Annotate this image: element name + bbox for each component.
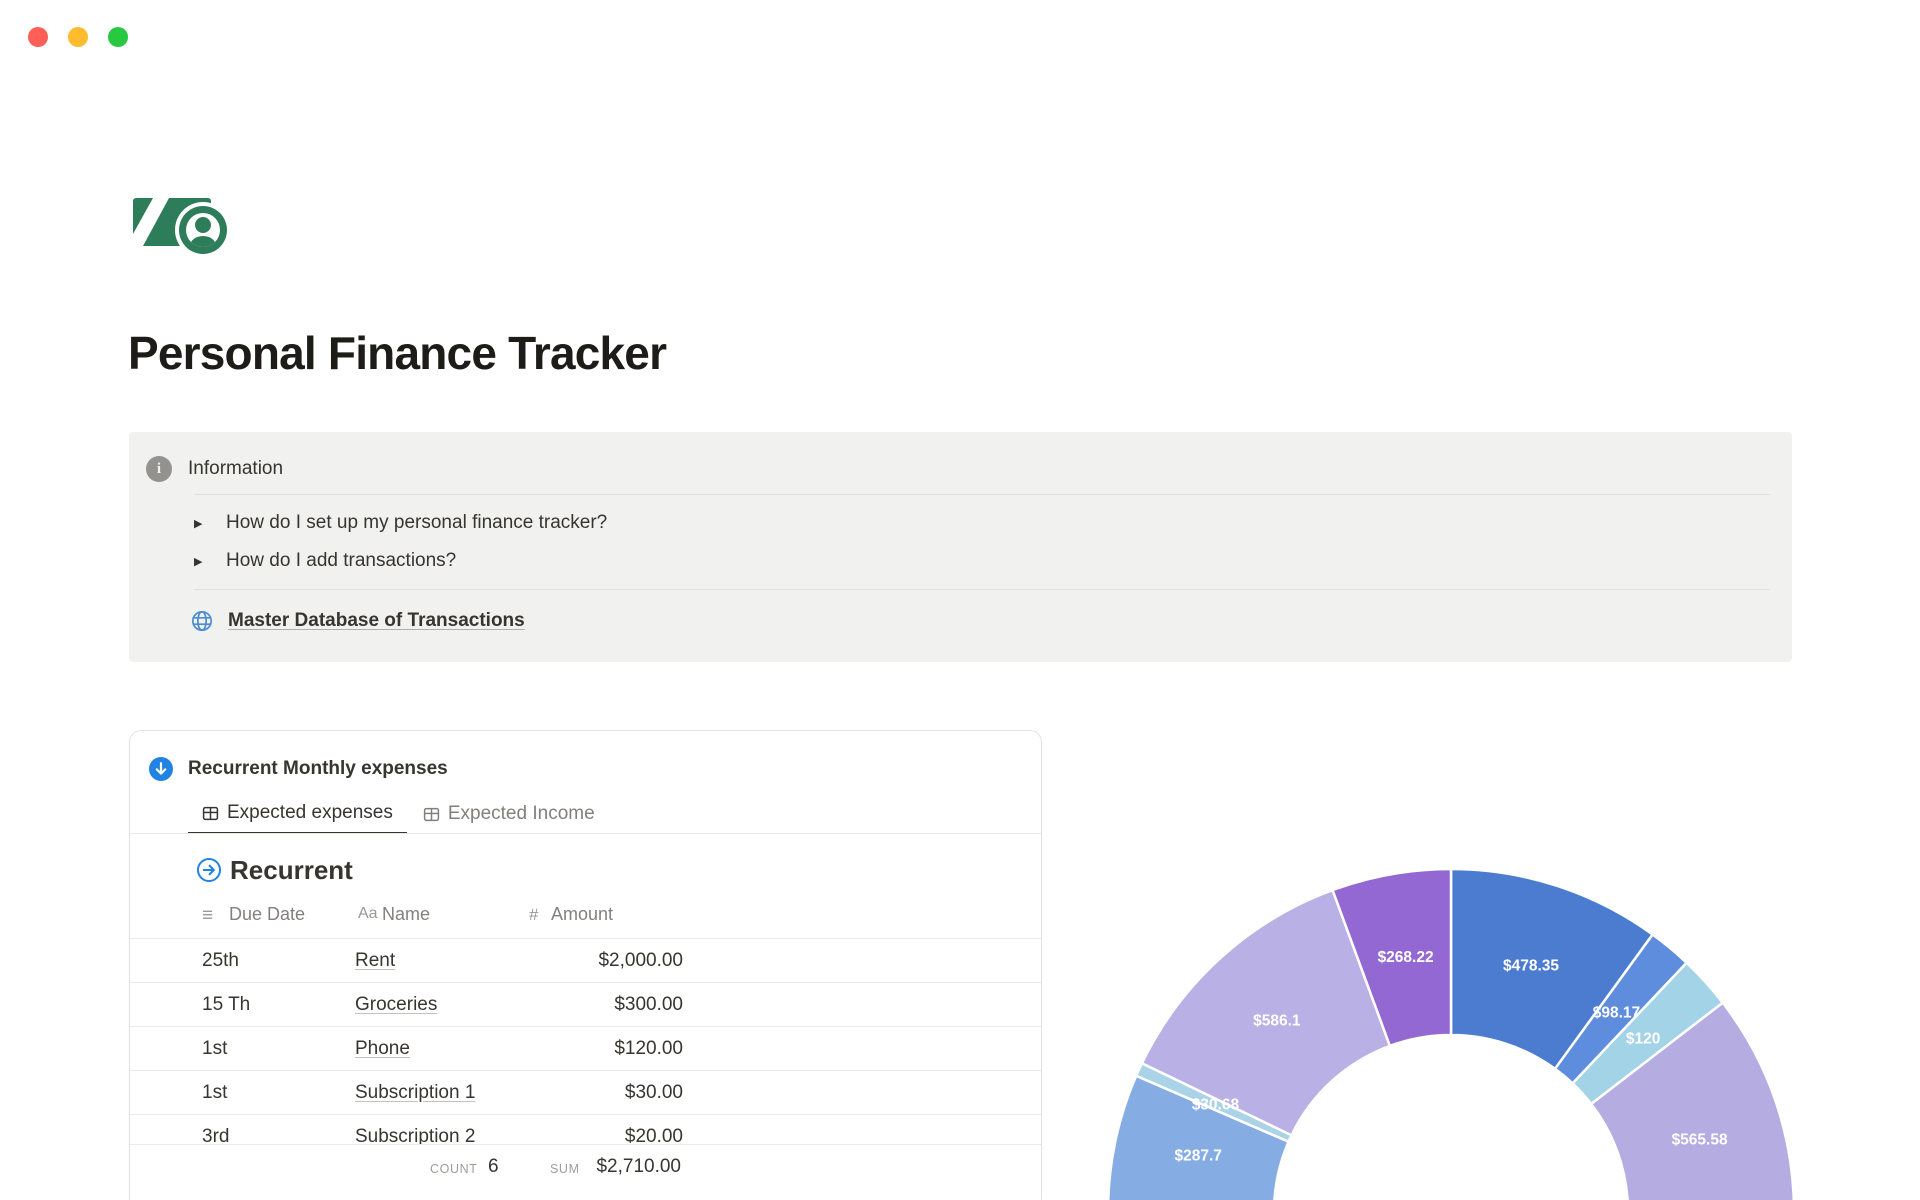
text-type-icon: Aa <box>358 905 378 922</box>
divider <box>195 494 1770 495</box>
toggle-setup-question[interactable]: ▶ How do I set up my personal finance tr… <box>191 509 607 537</box>
table-row: 25th Rent $2,000.00 <box>130 939 1041 983</box>
window-minimize-button[interactable] <box>68 27 88 47</box>
banknote-icon <box>133 198 231 258</box>
card-title: Recurrent Monthly expenses <box>188 758 448 779</box>
circle-arrow-right-icon <box>197 858 221 882</box>
divider <box>130 833 1041 834</box>
info-icon: i <box>146 456 172 482</box>
toggle-arrow-icon: ▶ <box>194 517 203 530</box>
tab-expected-income[interactable]: Expected Income <box>409 794 609 834</box>
name-cell: Subscription 1 <box>355 1082 475 1104</box>
due-date-cell[interactable]: 1st <box>202 1082 352 1104</box>
view-tabs: Expected expenses Expected Income <box>188 794 609 834</box>
expenses-donut-chart: $478.35 $98.17 $120 $565.58 $287.7 $30.68 $586… <box>1051 862 1851 1200</box>
page-title: Personal Finance Tracker <box>128 327 667 379</box>
rows-icon: ≡ <box>202 905 214 926</box>
due-date-cell[interactable]: 25th <box>202 950 352 972</box>
due-date-cell[interactable]: 15 Th <box>202 994 352 1016</box>
table-footer: COUNT 6 SUM $2,710.00 <box>130 1144 1041 1191</box>
amount-cell[interactable]: $2,000.00 <box>525 950 683 972</box>
count-value: 6 <box>488 1156 499 1177</box>
toggle-arrow-icon: ▶ <box>194 555 203 568</box>
database-title[interactable]: Recurrent <box>230 854 353 886</box>
tab-label: Expected Income <box>447 803 595 824</box>
window-zoom-button[interactable] <box>108 27 128 47</box>
column-header-name[interactable]: Name <box>382 904 430 925</box>
table-row: 15 Th Groceries $300.00 <box>130 983 1041 1027</box>
sum-calculation-label[interactable]: SUM <box>550 1162 580 1176</box>
table-icon <box>423 807 439 821</box>
amount-cell[interactable]: $300.00 <box>525 994 683 1016</box>
toggle-label: How do I set up my personal finance trac… <box>226 512 608 533</box>
link-label: Master Database of Transactions <box>228 610 525 631</box>
name-cell: Phone <box>355 1038 410 1060</box>
information-callout: i Information ▶ How do I set up my perso… <box>129 432 1792 662</box>
tab-label: Expected expenses <box>227 802 393 823</box>
count-calculation-label[interactable]: COUNT <box>430 1162 477 1176</box>
circle-arrow-down-icon[interactable] <box>149 757 173 781</box>
table-row: 1st Subscription 1 $30.00 <box>130 1071 1041 1115</box>
donut-chart-svg: $478.35$98.17$120$565.58$287.7$30.68$586… <box>1106 867 1795 1200</box>
page-link[interactable]: Groceries <box>355 994 437 1015</box>
toggle-label: How do I add transactions? <box>226 550 457 571</box>
window-close-button[interactable] <box>28 27 48 47</box>
table-body: 25th Rent $2,000.00 15 Th Groceries $300… <box>130 938 1041 1144</box>
page-link[interactable]: Subscription 2 <box>355 1126 475 1144</box>
amount-cell[interactable]: $20.00 <box>525 1126 683 1144</box>
page-link[interactable]: Rent <box>355 950 395 971</box>
column-header-due-date[interactable]: Due Date <box>229 904 305 925</box>
table-icon <box>202 806 219 820</box>
number-type-icon: # <box>529 905 539 924</box>
info-glyph: i <box>156 461 162 477</box>
page-link[interactable]: Phone <box>355 1038 410 1059</box>
table-row: 3rd Subscription 2 $20.00 <box>130 1115 1041 1144</box>
master-database-link[interactable]: Master Database of Transactions <box>191 606 525 636</box>
tab-expected-expenses[interactable]: Expected expenses <box>188 794 407 834</box>
toggle-add-transactions-question[interactable]: ▶ How do I add transactions? <box>191 547 456 575</box>
table-row: 1st Phone $120.00 <box>130 1027 1041 1071</box>
page-link[interactable]: Subscription 1 <box>355 1082 475 1103</box>
column-header-amount[interactable]: Amount <box>551 904 613 925</box>
name-cell: Groceries <box>355 994 437 1016</box>
amount-cell[interactable]: $30.00 <box>525 1082 683 1104</box>
name-cell: Subscription 2 <box>355 1126 475 1144</box>
globe-icon <box>190 609 214 633</box>
divider <box>195 589 1770 590</box>
name-cell: Rent <box>355 950 395 972</box>
page-icon[interactable] <box>131 188 237 263</box>
due-date-cell[interactable]: 3rd <box>202 1126 352 1144</box>
amount-cell[interactable]: $120.00 <box>525 1038 683 1060</box>
table-header: ≡ Due Date Aa Name # Amount <box>130 899 1041 937</box>
callout-title: Information <box>188 458 284 479</box>
sum-value: $2,710.00 <box>596 1156 681 1177</box>
recurrent-expenses-card: Recurrent Monthly expenses Expected expe… <box>129 730 1042 1200</box>
due-date-cell[interactable]: 1st <box>202 1038 352 1060</box>
